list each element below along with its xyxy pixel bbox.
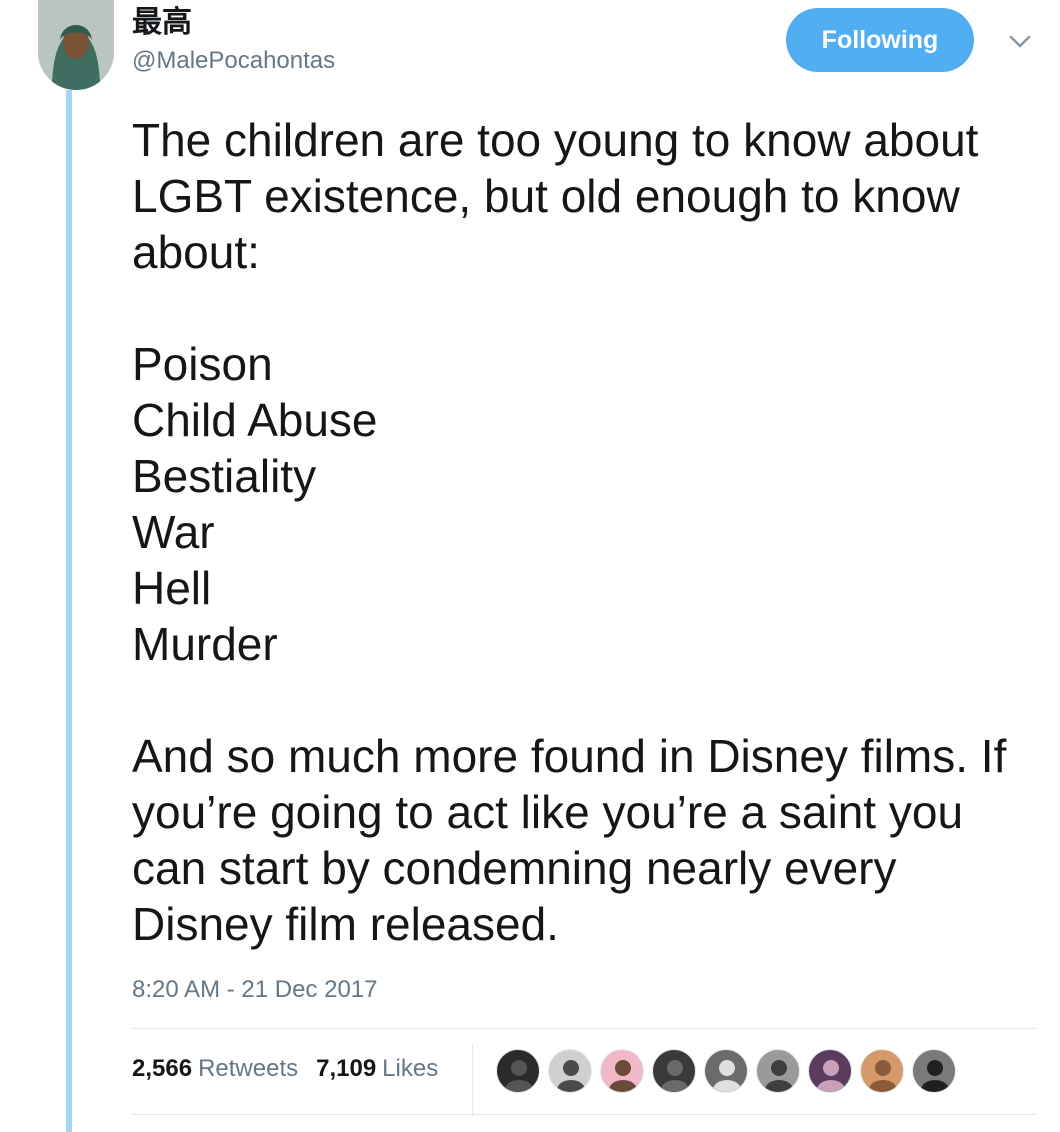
liker-avatar[interactable] <box>860 1049 904 1093</box>
likes-label: Likes <box>382 1055 439 1082</box>
chevron-down-icon[interactable] <box>1004 26 1036 58</box>
list-item: Hell <box>132 562 212 614</box>
divider-bottom <box>132 1114 1036 1115</box>
list-item: Bestiality <box>132 450 317 502</box>
liker-avatar[interactable] <box>756 1049 800 1093</box>
likes-count: 7,109 <box>316 1055 377 1082</box>
user-handle[interactable]: @MalePocahontas <box>132 46 335 76</box>
tweet-timestamp[interactable]: 8:20 AM - 21 Dec 2017 <box>132 975 377 1005</box>
liker-avatars <box>496 1048 964 1094</box>
display-name[interactable]: 最高 <box>132 6 192 40</box>
liker-avatar[interactable] <box>496 1049 540 1093</box>
avatar[interactable] <box>38 0 114 90</box>
tweet-list: Poison Child Abuse Bestiality War Hell M… <box>132 336 1032 672</box>
retweets-stat[interactable]: 2,566 Retweets <box>132 1054 298 1084</box>
list-item: War <box>132 506 215 558</box>
liker-avatar[interactable] <box>912 1049 956 1093</box>
divider-top <box>132 1028 1036 1029</box>
thread-line <box>66 90 72 1132</box>
liker-avatar[interactable] <box>704 1049 748 1093</box>
tweet-intro: The children are too young to know about… <box>132 114 979 278</box>
tweet-stats: 2,566 Retweets 7,109 Likes <box>132 1054 456 1084</box>
retweets-label: Retweets <box>198 1055 299 1082</box>
retweets-count: 2,566 <box>132 1055 193 1082</box>
tweet-closing: And so much more found in Disney films. … <box>132 730 1007 950</box>
liker-avatar[interactable] <box>808 1049 852 1093</box>
likes-stat[interactable]: 7,109 Likes <box>316 1054 438 1084</box>
list-item: Poison <box>132 338 273 390</box>
list-item: Child Abuse <box>132 394 378 446</box>
stats-separator <box>472 1044 473 1116</box>
list-item: Murder <box>132 618 278 670</box>
liker-avatar[interactable] <box>548 1049 592 1093</box>
liker-avatar[interactable] <box>652 1049 696 1093</box>
following-button[interactable]: Following <box>786 8 974 72</box>
liker-avatar[interactable] <box>600 1049 644 1093</box>
avatar-image <box>38 0 114 90</box>
tweet-text: The children are too young to know about… <box>132 112 1032 952</box>
